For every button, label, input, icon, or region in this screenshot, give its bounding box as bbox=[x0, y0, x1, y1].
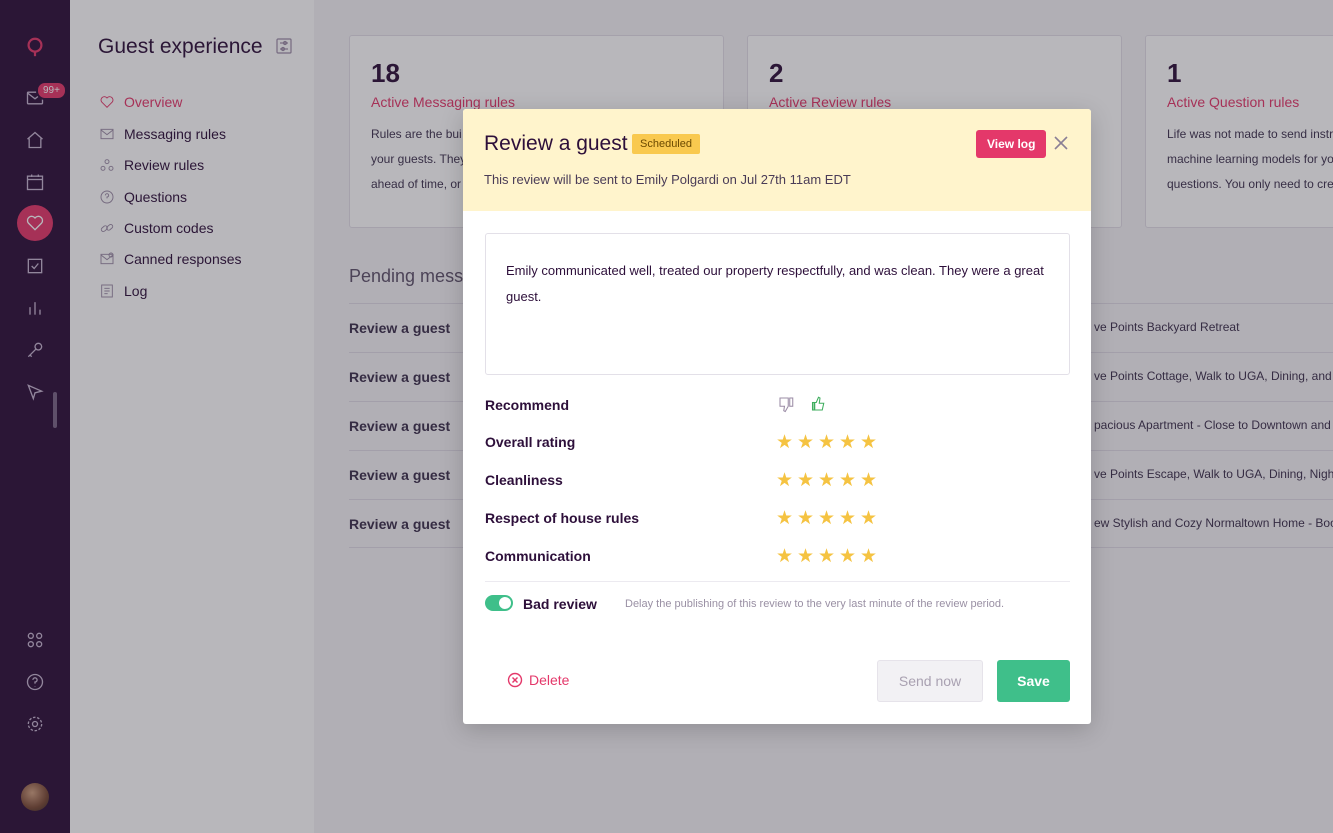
thumbs-down-icon[interactable] bbox=[777, 395, 795, 413]
star-icon[interactable]: ★ bbox=[860, 509, 878, 528]
divider bbox=[485, 581, 1070, 582]
star-icon[interactable]: ★ bbox=[797, 547, 815, 566]
rating-label: Respect of house rules bbox=[485, 510, 640, 526]
star-icon[interactable]: ★ bbox=[818, 547, 836, 566]
thumbs-up-icon[interactable] bbox=[811, 395, 829, 413]
star-icon[interactable]: ★ bbox=[797, 509, 815, 528]
view-log-button[interactable]: View log bbox=[976, 130, 1047, 158]
star-icon[interactable]: ★ bbox=[776, 547, 794, 566]
bad-review-label: Bad review bbox=[523, 596, 597, 612]
delete-label: Delete bbox=[529, 672, 570, 688]
review-guest-modal: Review a guest Scheduled View log This r… bbox=[463, 109, 1091, 724]
send-now-button[interactable]: Send now bbox=[877, 660, 983, 702]
close-icon[interactable] bbox=[1053, 135, 1069, 151]
recommend-control bbox=[777, 395, 829, 413]
recommend-label: Recommend bbox=[485, 397, 570, 413]
modal-header: Review a guest Scheduled View log This r… bbox=[463, 109, 1091, 211]
rating-label: Cleanliness bbox=[485, 472, 563, 488]
star-icon[interactable]: ★ bbox=[797, 433, 815, 452]
star-icon[interactable]: ★ bbox=[818, 471, 836, 490]
star-icon[interactable]: ★ bbox=[860, 433, 878, 452]
bad-review-hint: Delay the publishing of this review to t… bbox=[625, 598, 1005, 610]
modal-subtitle: This review will be sent to Emily Polgar… bbox=[484, 172, 851, 187]
star-icon[interactable]: ★ bbox=[797, 471, 815, 490]
review-textarea[interactable]: Emily communicated well, treated our pro… bbox=[485, 233, 1070, 375]
rating-label: Overall rating bbox=[485, 434, 576, 450]
star-icon[interactable]: ★ bbox=[839, 547, 857, 566]
rating-house-rules[interactable]: ★ ★ ★ ★ ★ bbox=[776, 509, 878, 528]
status-badge: Scheduled bbox=[632, 134, 700, 154]
save-button[interactable]: Save bbox=[997, 660, 1070, 702]
star-icon[interactable]: ★ bbox=[818, 433, 836, 452]
rating-cleanliness[interactable]: ★ ★ ★ ★ ★ bbox=[776, 471, 878, 490]
star-icon[interactable]: ★ bbox=[839, 509, 857, 528]
delete-button[interactable]: Delete bbox=[507, 672, 569, 688]
bad-review-toggle[interactable] bbox=[485, 595, 513, 611]
star-icon[interactable]: ★ bbox=[776, 433, 794, 452]
rating-label: Communication bbox=[485, 548, 591, 564]
star-icon[interactable]: ★ bbox=[776, 509, 794, 528]
rating-communication[interactable]: ★ ★ ★ ★ ★ bbox=[776, 547, 878, 566]
delete-circle-icon bbox=[507, 672, 523, 688]
rating-overall[interactable]: ★ ★ ★ ★ ★ bbox=[776, 433, 878, 452]
star-icon[interactable]: ★ bbox=[860, 471, 878, 490]
star-icon[interactable]: ★ bbox=[776, 471, 794, 490]
star-icon[interactable]: ★ bbox=[839, 471, 857, 490]
star-icon[interactable]: ★ bbox=[860, 547, 878, 566]
star-icon[interactable]: ★ bbox=[818, 509, 836, 528]
star-icon[interactable]: ★ bbox=[839, 433, 857, 452]
modal-title: Review a guest bbox=[484, 132, 628, 155]
